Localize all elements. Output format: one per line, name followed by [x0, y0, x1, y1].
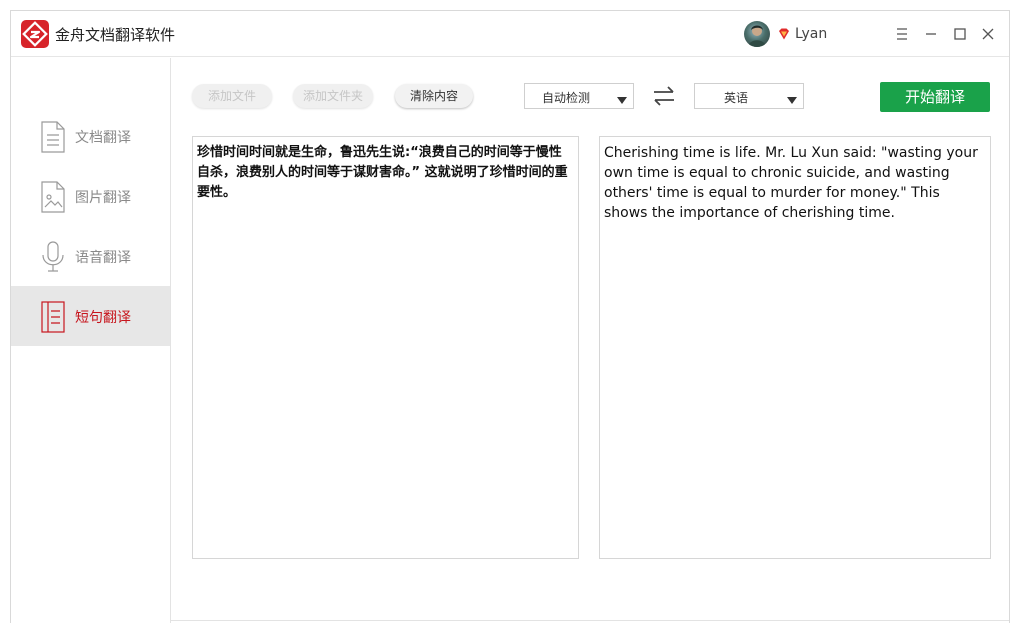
add-folder-button[interactable]: 添加文件夹 [293, 84, 373, 108]
app-window: 金舟文档翻译软件 Lyan 文档翻译 图片翻译 语音翻译 短句翻译 添加文件 添… [10, 10, 1010, 623]
clear-content-button[interactable]: 清除内容 [395, 84, 473, 108]
source-text-area[interactable]: 珍惜时间时间就是生命，鲁迅先生说:“浪费自己的时间等于慢性自杀，浪费别人的时间等… [192, 136, 579, 559]
source-language-value: 自动检测 [541, 91, 590, 105]
source-language-select[interactable]: 自动检测 [524, 83, 634, 109]
sidebar-item-document[interactable]: 文档翻译 [11, 106, 170, 166]
sidebar-item-image[interactable]: 图片翻译 [11, 166, 170, 226]
sidebar-item-voice[interactable]: 语音翻译 [11, 226, 170, 286]
dropdown-arrow-icon [617, 93, 627, 104]
divider [171, 620, 1009, 621]
maximize-icon[interactable] [949, 23, 971, 45]
sidebar-item-label: 文档翻译 [75, 130, 131, 146]
document-icon [39, 121, 67, 153]
app-logo-icon [21, 20, 49, 48]
translation-text: Cherishing time is life. Mr. Lu Xun said… [604, 145, 978, 221]
source-text: 珍惜时间时间就是生命，鲁迅先生说:“浪费自己的时间等于慢性自杀，浪费别人的时间等… [197, 145, 568, 200]
avatar[interactable] [744, 21, 770, 47]
dropdown-arrow-icon [787, 93, 797, 104]
title-bar: 金舟文档翻译软件 Lyan [11, 11, 1009, 57]
sidebar-item-sentence[interactable]: 短句翻译 [11, 286, 170, 346]
start-translate-button[interactable]: 开始翻译 [880, 82, 990, 112]
vip-diamond-icon [777, 26, 791, 40]
sidebar-item-label: 短句翻译 [75, 310, 131, 326]
sidebar: 文档翻译 图片翻译 语音翻译 短句翻译 [11, 58, 171, 623]
swap-languages-icon[interactable] [652, 85, 676, 107]
minimize-icon[interactable] [920, 23, 942, 45]
sidebar-item-label: 图片翻译 [75, 190, 131, 206]
image-icon [39, 181, 67, 213]
sidebar-item-label: 语音翻译 [75, 250, 131, 266]
microphone-icon [39, 241, 67, 273]
menu-icon[interactable] [891, 23, 913, 45]
target-language-select[interactable]: 英语 [694, 83, 804, 109]
translation-result-area[interactable]: Cherishing time is life. Mr. Lu Xun said… [599, 136, 991, 559]
target-language-value: 英语 [723, 91, 748, 105]
app-title: 金舟文档翻译软件 [55, 26, 176, 44]
close-icon[interactable] [977, 23, 999, 45]
sentence-icon [39, 301, 67, 333]
add-file-button[interactable]: 添加文件 [192, 84, 272, 108]
user-name[interactable]: Lyan [795, 26, 827, 42]
